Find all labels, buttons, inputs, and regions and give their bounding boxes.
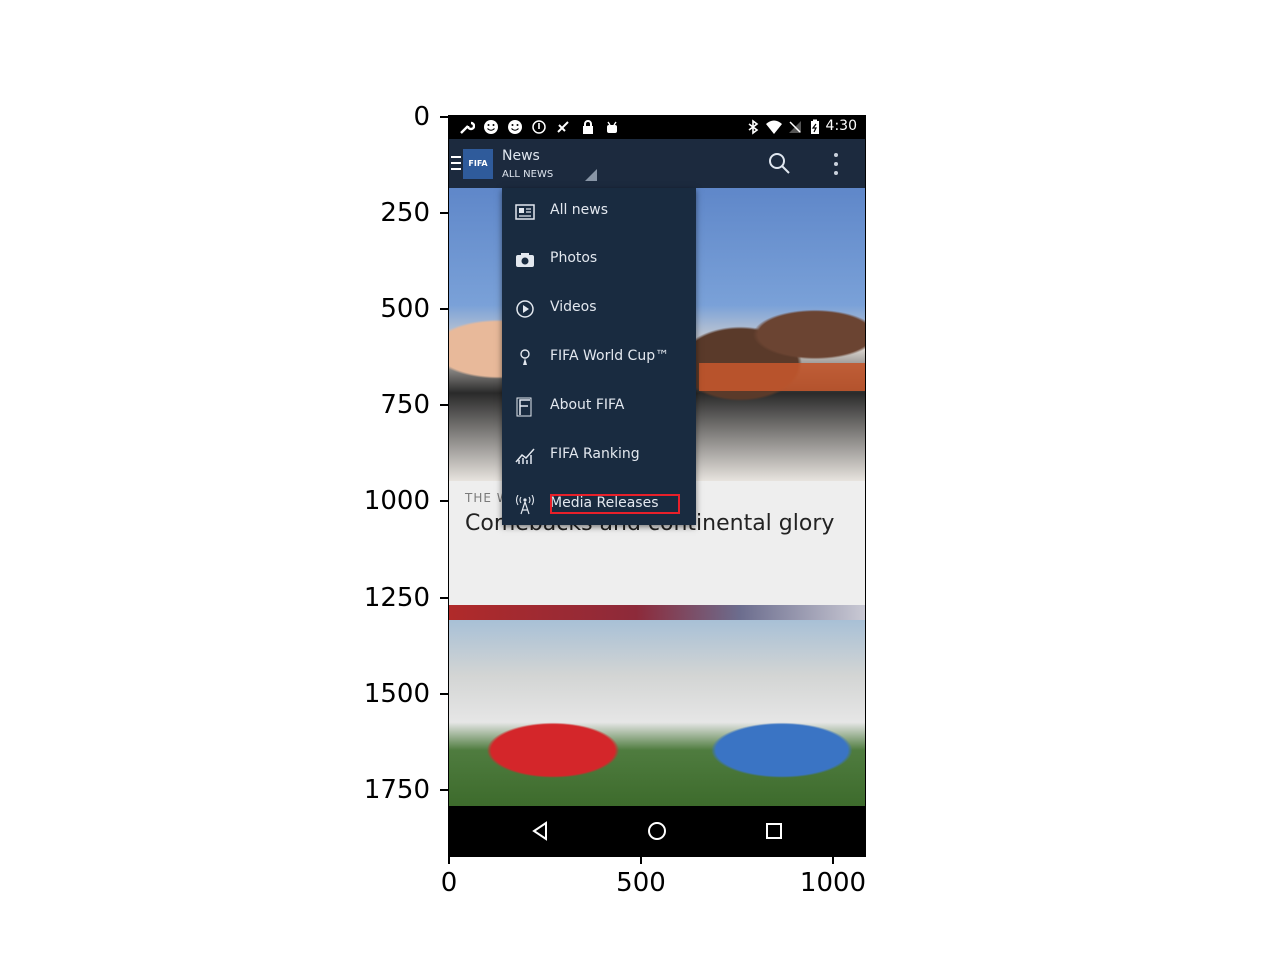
android-icon: [607, 121, 617, 133]
fifa-logo[interactable]: FIFA: [463, 149, 493, 179]
toolbar-title[interactable]: News: [502, 148, 540, 164]
navigation-bar: [449, 806, 865, 856]
menu-item-label: All news: [550, 202, 609, 218]
y-tick-mark: [440, 212, 448, 214]
menu-item-fifa-ranking[interactable]: FIFA Ranking: [502, 432, 696, 480]
wrench-icon: [460, 121, 475, 134]
trophy-icon: [520, 349, 530, 365]
menu-item-label: Photos: [550, 250, 598, 266]
y-tick-label: 500: [380, 294, 430, 324]
y-tick-label: 1750: [363, 775, 430, 805]
menu-item-all-news[interactable]: All news: [502, 188, 696, 236]
x-tick-label: 1000: [799, 868, 867, 898]
y-tick-label: 1000: [363, 486, 430, 516]
hero-image-detail: [699, 363, 865, 391]
play-icon: [516, 300, 534, 318]
menu-item-about-fifa[interactable]: About FIFA: [502, 383, 696, 431]
figure: 0 250 500 750 1000 1250 1500 1750 0 500 …: [0, 0, 1280, 960]
battery-icon: [811, 119, 819, 134]
y-tick-mark: [440, 404, 448, 406]
menu-item-label: About FIFA: [550, 397, 625, 413]
y-tick-label: 1250: [363, 583, 430, 613]
bluetooth-icon: [748, 119, 759, 135]
back-icon[interactable]: [527, 818, 553, 844]
app-toolbar: FIFA News ALL NEWS: [449, 139, 865, 188]
toolbar-subtitle[interactable]: ALL NEWS: [502, 169, 553, 180]
y-tick-label: 1500: [363, 679, 430, 709]
news-category-menu: All news Photos Videos FIFA World Cup™ A…: [502, 188, 696, 525]
newspaper-icon: [515, 204, 535, 220]
menu-item-label: FIFA Ranking: [550, 446, 640, 462]
menu-item-label: Videos: [550, 299, 597, 315]
fifa-f-icon: [516, 397, 532, 417]
x-tick-mark: [448, 856, 450, 864]
phone-screen: 4:30 FIFA News ALL NEWS THE W Comebacks …: [448, 115, 866, 857]
y-tick-mark: [440, 693, 448, 695]
recents-icon[interactable]: [761, 818, 787, 844]
x-tick-label: 500: [616, 868, 666, 898]
x-tick-label: 0: [440, 868, 458, 898]
camera-icon: [516, 253, 534, 267]
y-tick-mark: [440, 116, 448, 118]
y-tick-label: 750: [380, 390, 430, 420]
menu-item-world-cup[interactable]: FIFA World Cup™: [502, 334, 696, 382]
x-tick-mark: [640, 856, 642, 864]
wifi-icon: [766, 120, 782, 134]
x-tick-mark: [832, 856, 834, 864]
y-tick-mark: [440, 789, 448, 791]
status-bar: 4:30: [449, 116, 865, 139]
menu-item-photos[interactable]: Photos: [502, 236, 696, 284]
hamburger-menu-icon[interactable]: [451, 156, 461, 170]
y-tick-mark: [440, 308, 448, 310]
no-gps-icon: [557, 121, 569, 133]
lock-icon: [583, 120, 593, 134]
antenna-icon: [515, 495, 535, 515]
y-tick-label: 250: [380, 198, 430, 228]
search-icon[interactable]: [767, 151, 791, 175]
smiley-icon: [484, 120, 498, 134]
image-divider: [449, 605, 865, 620]
target-highlight-box: [550, 494, 680, 514]
menu-item-label: FIFA World Cup™: [550, 348, 670, 364]
home-icon[interactable]: [644, 818, 670, 844]
article-image[interactable]: [449, 620, 865, 806]
y-tick-label: 0: [413, 102, 430, 132]
y-tick-mark: [440, 500, 448, 502]
y-tick-mark: [440, 597, 448, 599]
menu-item-videos[interactable]: Videos: [502, 285, 696, 333]
status-time: 4:30: [825, 118, 857, 134]
info-icon: [532, 120, 546, 134]
smiley-icon: [508, 120, 522, 134]
dropdown-caret-icon[interactable]: [585, 169, 597, 181]
no-signal-icon: [789, 121, 801, 133]
overflow-menu-icon[interactable]: [833, 153, 839, 175]
chart-icon: [515, 448, 535, 464]
